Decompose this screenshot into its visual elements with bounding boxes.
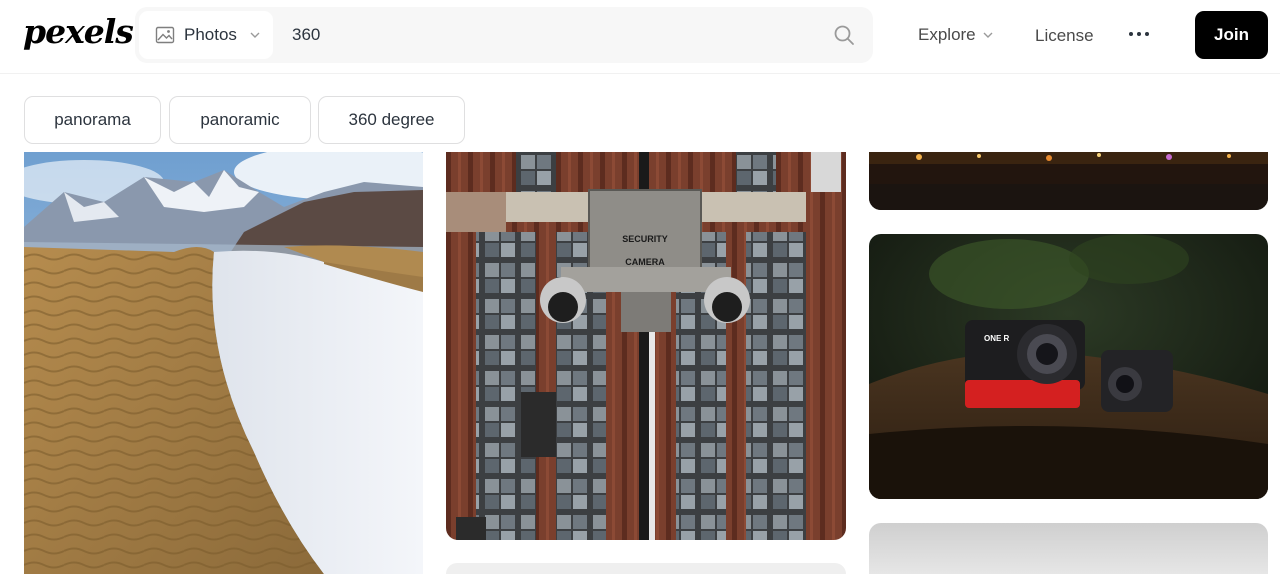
desert-dune-image bbox=[24, 152, 423, 574]
chip-panorama[interactable]: panorama bbox=[24, 96, 161, 144]
sign-security-text: SECURITY bbox=[622, 234, 668, 244]
night-city-image bbox=[869, 152, 1268, 210]
chip-360-degree[interactable]: 360 degree bbox=[318, 96, 465, 144]
media-type-label: Photos bbox=[184, 25, 237, 44]
explore-menu[interactable]: Explore bbox=[918, 25, 994, 45]
image-icon bbox=[155, 26, 175, 44]
license-link[interactable]: License bbox=[1035, 26, 1094, 46]
search-icon[interactable] bbox=[832, 23, 856, 47]
bottom-right-image bbox=[869, 523, 1268, 574]
media-type-dropdown[interactable]: Photos bbox=[139, 11, 273, 59]
360-cameras-image: ONE R bbox=[869, 234, 1268, 499]
photo-bottom-middle[interactable] bbox=[446, 563, 846, 574]
chip-panoramic[interactable]: panoramic bbox=[169, 96, 311, 144]
top-header: pexels Photos Explore License Join bbox=[0, 0, 1280, 74]
pexels-logo[interactable]: pexels bbox=[23, 12, 134, 51]
photo-desert-dune[interactable] bbox=[24, 152, 423, 574]
explore-label: Explore bbox=[918, 25, 976, 44]
photo-360-cameras[interactable]: ONE R bbox=[869, 234, 1268, 499]
photo-bottom-right[interactable] bbox=[869, 523, 1268, 574]
sign-camera-text: CAMERA bbox=[625, 257, 665, 267]
more-options-icon[interactable] bbox=[1129, 24, 1149, 44]
search-bar: Photos bbox=[135, 7, 873, 63]
photo-night-city[interactable] bbox=[869, 152, 1268, 210]
chevron-down-icon bbox=[983, 32, 993, 38]
camera-brand-text: ONE R bbox=[984, 334, 1010, 343]
chevron-down-icon bbox=[250, 32, 260, 38]
search-input[interactable] bbox=[292, 21, 812, 49]
security-camera-image: SECURITY CAMERA bbox=[446, 152, 846, 540]
photo-security-camera[interactable]: SECURITY CAMERA bbox=[446, 152, 846, 540]
join-button[interactable]: Join bbox=[1195, 11, 1268, 59]
